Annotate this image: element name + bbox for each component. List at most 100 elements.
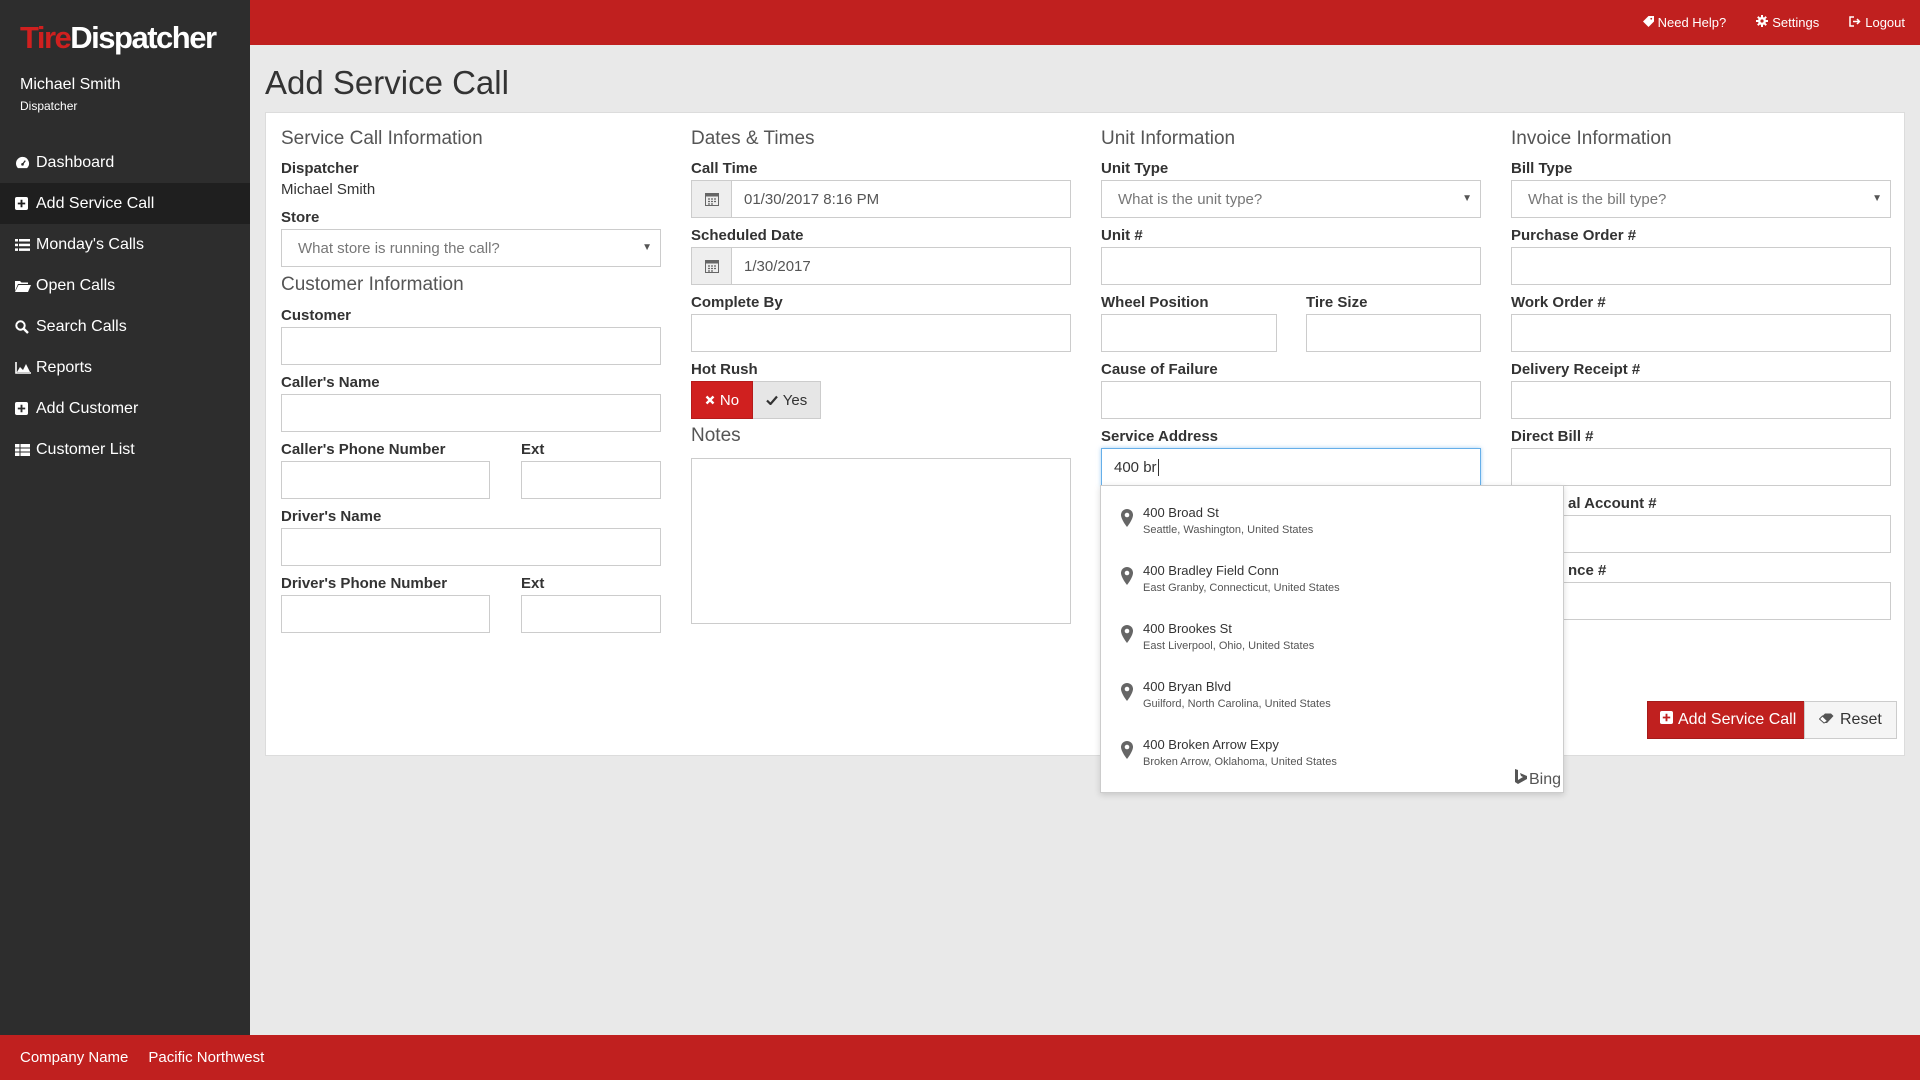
sidebar-item-dashboard[interactable]: Dashboard [0, 142, 250, 183]
unit-number-input[interactable] [1101, 247, 1481, 285]
direct-bill-input[interactable] [1511, 448, 1891, 486]
purchase-order-input[interactable] [1511, 247, 1891, 285]
sidebar-item-open-calls[interactable]: Open Calls [0, 265, 250, 306]
map-marker-icon [1121, 509, 1133, 532]
service-call-form: Service Call Information Dispatcher Mich… [265, 112, 1905, 756]
reference-input[interactable] [1511, 582, 1891, 620]
unit-type-select[interactable]: What is the unit type? ▼ [1101, 180, 1481, 218]
footer-company-name: Company Name [20, 1049, 129, 1066]
delivery-receipt-input[interactable] [1511, 381, 1891, 419]
area-chart-icon [15, 361, 33, 374]
customer-input[interactable] [281, 327, 661, 365]
logout-link[interactable]: Logout [1849, 15, 1905, 30]
sidebar-item-add-customer[interactable]: Add Customer [0, 388, 250, 429]
drivers-phone-label: Driver's Phone Number [281, 575, 448, 592]
callers-phone-label: Caller's Phone Number [281, 441, 446, 458]
callers-name-input[interactable] [281, 394, 661, 432]
user-name: Michael Smith [20, 76, 121, 93]
bill-type-select[interactable]: What is the bill type? ▼ [1511, 180, 1891, 218]
national-account-input[interactable] [1511, 515, 1891, 553]
top-bar: Need Help? Settings Logout [250, 0, 1920, 45]
user-role: Dispatcher [20, 99, 78, 113]
complete-by-input[interactable] [691, 314, 1071, 352]
text-cursor [1157, 458, 1159, 476]
drivers-ext-label: Ext [521, 575, 545, 592]
tire-size-input[interactable] [1306, 314, 1481, 352]
suggestion-item[interactable]: 400 Broad St Seattle, Washington, United… [1101, 486, 1563, 544]
caret-down-icon: ▼ [1872, 193, 1882, 204]
calendar-icon[interactable] [691, 180, 731, 218]
scheduled-date-field[interactable]: 1/30/2017 [691, 247, 1071, 285]
tire-size-label: Tire Size [1306, 294, 1368, 311]
calendar-icon[interactable] [691, 247, 731, 285]
notes-textarea[interactable] [691, 458, 1071, 624]
add-service-call-button[interactable]: Add Service Call [1647, 701, 1810, 739]
dashboard-icon [15, 156, 33, 169]
customer-label: Customer [281, 307, 352, 324]
cause-of-failure-input[interactable] [1101, 381, 1481, 419]
suggestion-item[interactable]: 400 Brookes St East Liverpool, Ohio, Uni… [1101, 602, 1563, 660]
plus-square-icon [1660, 711, 1673, 729]
need-help-link[interactable]: Need Help? [1642, 15, 1726, 30]
sidebar-item-customer-list[interactable]: Customer List [0, 429, 250, 470]
callers-phone-input[interactable] [281, 461, 490, 499]
page-title: Add Service Call [265, 64, 509, 101]
sign-out-icon [1849, 15, 1861, 30]
wheel-position-label: Wheel Position [1101, 294, 1209, 311]
folder-open-icon [15, 280, 33, 292]
drivers-ext-input[interactable] [521, 595, 661, 633]
bill-type-label: Bill Type [1511, 160, 1573, 177]
sidebar-item-reports[interactable]: Reports [0, 347, 250, 388]
call-time-label: Call Time [691, 160, 758, 177]
reference-label: nce # [1568, 562, 1607, 579]
app-logo[interactable]: TireDispatcher [20, 20, 217, 56]
caret-down-icon: ▼ [642, 242, 652, 253]
purchase-order-label: Purchase Order # [1511, 227, 1637, 244]
sidebar-item-search-calls[interactable]: Search Calls [0, 306, 250, 347]
address-suggestions-dropdown: 400 Broad St Seattle, Washington, United… [1100, 485, 1564, 793]
drivers-name-input[interactable] [281, 528, 661, 566]
drivers-phone-input[interactable] [281, 595, 490, 633]
unit-type-label: Unit Type [1101, 160, 1169, 177]
gear-icon [1756, 15, 1769, 30]
store-label: Store [281, 209, 320, 226]
hot-rush-toggle: No Yes [691, 381, 821, 419]
drivers-name-label: Driver's Name [281, 508, 382, 525]
cause-of-failure-label: Cause of Failure [1101, 361, 1218, 378]
notes-title: Notes [691, 425, 741, 446]
suggestion-item[interactable]: 400 Bradley Field Conn East Granby, Conn… [1101, 544, 1563, 602]
search-icon [15, 319, 33, 334]
bing-attribution: Bing [1514, 769, 1561, 790]
callers-name-label: Caller's Name [281, 374, 380, 391]
service-call-info-title: Service Call Information [281, 128, 483, 149]
bing-logo-icon [1514, 769, 1527, 790]
check-icon [765, 392, 778, 409]
hot-rush-no-button[interactable]: No [691, 381, 753, 419]
suggestion-item[interactable]: 400 Broken Arrow Expy Broken Arrow, Okla… [1101, 718, 1563, 776]
reset-button[interactable]: Reset [1804, 701, 1897, 739]
scheduled-date-input[interactable]: 1/30/2017 [731, 247, 1071, 285]
store-select[interactable]: What store is running the call? ▼ [281, 229, 661, 267]
caret-down-icon: ▼ [1462, 193, 1472, 204]
hot-rush-yes-button[interactable]: Yes [753, 381, 821, 419]
call-time-input[interactable]: 01/30/2017 8:16 PM [731, 180, 1071, 218]
work-order-input[interactable] [1511, 314, 1891, 352]
invoice-info-title: Invoice Information [1511, 128, 1672, 149]
map-marker-icon [1121, 741, 1133, 764]
dates-times-title: Dates & Times [691, 128, 815, 149]
sidebar-item-mondays-calls[interactable]: Monday's Calls [0, 224, 250, 265]
eraser-icon [1818, 711, 1834, 729]
wheel-position-input[interactable] [1101, 314, 1277, 352]
call-time-field[interactable]: 01/30/2017 8:16 PM [691, 180, 1071, 218]
table-icon [15, 443, 33, 456]
service-address-input[interactable]: 400 br [1101, 448, 1481, 486]
list-icon [15, 238, 33, 251]
callers-ext-input[interactable] [521, 461, 661, 499]
suggestion-item[interactable]: 400 Bryan Blvd Guilford, North Carolina,… [1101, 660, 1563, 718]
sidebar-item-add-service-call[interactable]: Add Service Call [0, 183, 250, 224]
scheduled-date-label: Scheduled Date [691, 227, 804, 244]
unit-info-title: Unit Information [1101, 128, 1236, 149]
plus-square-icon [15, 402, 33, 415]
sidebar-nav: Dashboard Add Service Call Monday's Call… [0, 142, 250, 470]
settings-link[interactable]: Settings [1756, 15, 1819, 30]
